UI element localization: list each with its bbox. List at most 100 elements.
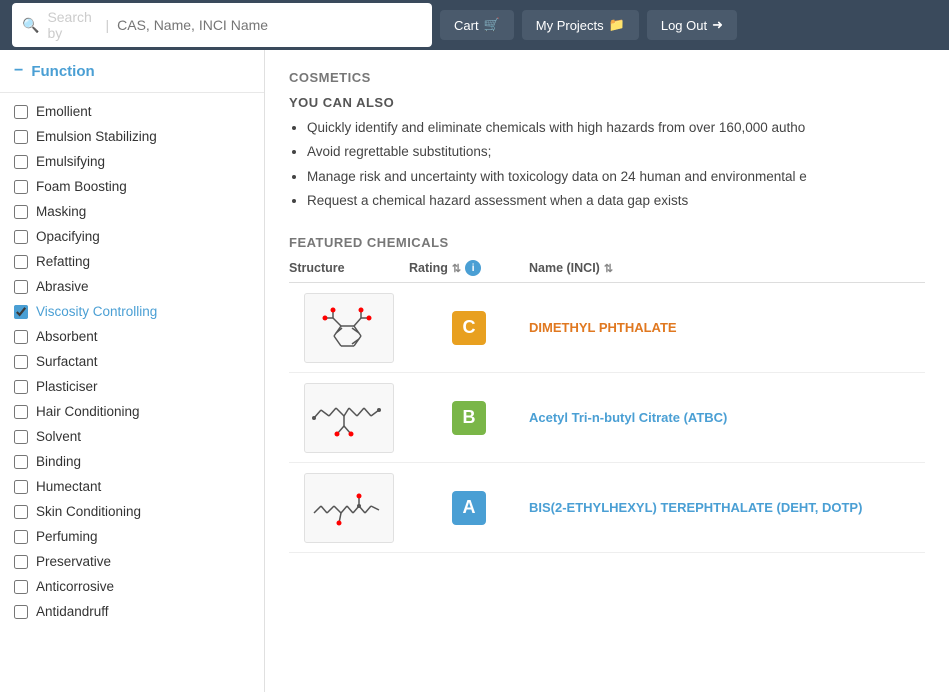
my-projects-button[interactable]: My Projects 📁 <box>522 10 639 40</box>
chem-name-dimethyl-phthalate[interactable]: DIMETHYL PHTHALATE <box>529 320 925 335</box>
rating-acetyl-tri-n-butyl-citrate: B <box>409 401 529 435</box>
checkbox-binding[interactable] <box>14 455 28 469</box>
filter-item-skin-conditioning[interactable]: Skin Conditioning <box>0 499 264 524</box>
checkbox-antidandruff[interactable] <box>14 605 28 619</box>
filter-label-viscosity-controlling: Viscosity Controlling <box>36 304 157 319</box>
filter-item-hair-conditioning[interactable]: Hair Conditioning <box>0 399 264 424</box>
search-separator: | <box>105 17 109 33</box>
bullet-item-1: Avoid regrettable substitutions; <box>307 142 925 162</box>
search-by-label: Search by <box>47 9 95 41</box>
filter-label-surfactant: Surfactant <box>36 354 98 369</box>
bullet-item-0: Quickly identify and eliminate chemicals… <box>307 118 925 138</box>
filter-item-refatting[interactable]: Refatting <box>0 249 264 274</box>
checkbox-surfactant[interactable] <box>14 355 28 369</box>
filter-item-abrasive[interactable]: Abrasive <box>0 274 264 299</box>
rating-badge-acetyl-tri-n-butyl-citrate: B <box>452 401 486 435</box>
filter-label-absorbent: Absorbent <box>36 329 98 344</box>
cosmetics-title: COSMETICS <box>289 70 925 85</box>
structure-bis-2-ethylhexyl-terephthalate <box>289 473 409 543</box>
main-content: COSMETICS YOU CAN ALSO Quickly identify … <box>265 50 949 692</box>
filter-item-preservative[interactable]: Preservative <box>0 549 264 574</box>
bullet-list: Quickly identify and eliminate chemicals… <box>289 118 925 211</box>
search-box[interactable]: 🔍 Search by | <box>12 3 432 47</box>
rating-badge-bis-2-ethylhexyl-terephthalate: A <box>452 491 486 525</box>
logout-button[interactable]: Log Out ➜ <box>647 10 737 40</box>
checkbox-foam-boosting[interactable] <box>14 180 28 194</box>
filter-label-skin-conditioning: Skin Conditioning <box>36 504 141 519</box>
name-header-label: Name (INCI) <box>529 261 600 275</box>
rating-dimethyl-phthalate: C <box>409 311 529 345</box>
filter-item-anticorrosive[interactable]: Anticorrosive <box>0 574 264 599</box>
filter-item-binding[interactable]: Binding <box>0 449 264 474</box>
filter-item-emulsion-stabilizing[interactable]: Emulsion Stabilizing <box>0 124 264 149</box>
logout-label: Log Out <box>661 18 707 33</box>
cart-label: Cart <box>454 18 479 33</box>
filter-item-humectant[interactable]: Humectant <box>0 474 264 499</box>
chemical-row-dimethyl-phthalate[interactable]: C DIMETHYL PHTHALATE <box>289 283 925 373</box>
structure-acetyl-tri-n-butyl-citrate <box>289 383 409 453</box>
filter-label-humectant: Humectant <box>36 479 101 494</box>
sidebar: − Function Emollient Emulsion Stabilizing… <box>0 50 265 692</box>
checkbox-preservative[interactable] <box>14 555 28 569</box>
checkbox-emulsion-stabilizing[interactable] <box>14 130 28 144</box>
my-projects-label: My Projects <box>536 18 604 33</box>
filter-item-surfactant[interactable]: Surfactant <box>0 349 264 374</box>
checkbox-abrasive[interactable] <box>14 280 28 294</box>
cart-button[interactable]: Cart 🛒 <box>440 10 514 40</box>
filter-item-masking[interactable]: Masking <box>0 199 264 224</box>
col-name-header: Name (INCI) ⇅ <box>529 261 925 275</box>
chemical-row-acetyl-tri-n-butyl-citrate[interactable]: B Acetyl Tri-n-butyl Citrate (ATBC) <box>289 373 925 463</box>
filter-label-binding: Binding <box>36 454 81 469</box>
sort-icon[interactable]: ⇅ <box>452 262 461 275</box>
filter-item-antidandruff[interactable]: Antidandruff <box>0 599 264 624</box>
filter-item-viscosity-controlling[interactable]: Viscosity Controlling <box>0 299 264 324</box>
filter-label-emollient: Emollient <box>36 104 92 119</box>
search-input[interactable] <box>117 17 422 33</box>
folder-icon: 📁 <box>609 17 625 33</box>
checkbox-viscosity-controlling[interactable] <box>14 305 28 319</box>
filter-item-perfuming[interactable]: Perfuming <box>0 524 264 549</box>
filter-item-plasticiser[interactable]: Plasticiser <box>0 374 264 399</box>
filter-label-solvent: Solvent <box>36 429 81 444</box>
function-header[interactable]: − Function <box>0 50 264 93</box>
filter-item-absorbent[interactable]: Absorbent <box>0 324 264 349</box>
filter-item-foam-boosting[interactable]: Foam Boosting <box>0 174 264 199</box>
checkbox-humectant[interactable] <box>14 480 28 494</box>
you-can-also-title: YOU CAN ALSO <box>289 95 925 110</box>
collapse-icon: − <box>14 62 23 80</box>
name-sort-icon[interactable]: ⇅ <box>604 262 613 275</box>
chemical-row-bis-2-ethylhexyl-terephthalate[interactable]: A BIS(2-ETHYLHEXYL) TEREPHTHALATE (DEHT,… <box>289 463 925 553</box>
structure-box-acetyl-tri-n-butyl-citrate <box>304 383 394 453</box>
filter-label-emulsion-stabilizing: Emulsion Stabilizing <box>36 129 157 144</box>
checkbox-solvent[interactable] <box>14 430 28 444</box>
checkbox-anticorrosive[interactable] <box>14 580 28 594</box>
checkbox-refatting[interactable] <box>14 255 28 269</box>
chemicals-table: C DIMETHYL PHTHALATE B Acetyl Tri-n-buty… <box>289 283 925 553</box>
bullet-item-2: Manage risk and uncertainty with toxicol… <box>307 167 925 187</box>
checkbox-emollient[interactable] <box>14 105 28 119</box>
checkbox-perfuming[interactable] <box>14 530 28 544</box>
featured-title: FEATURED CHEMICALS <box>289 235 925 250</box>
you-can-also-section: YOU CAN ALSO Quickly identify and elimin… <box>289 95 925 211</box>
structure-dimethyl-phthalate <box>289 293 409 363</box>
filter-item-emollient[interactable]: Emollient <box>0 99 264 124</box>
checkbox-plasticiser[interactable] <box>14 380 28 394</box>
filter-label-foam-boosting: Foam Boosting <box>36 179 127 194</box>
search-icon: 🔍 <box>22 17 39 34</box>
checkbox-emulsifying[interactable] <box>14 155 28 169</box>
filter-label-plasticiser: Plasticiser <box>36 379 98 394</box>
filter-item-solvent[interactable]: Solvent <box>0 424 264 449</box>
chem-name-bis-2-ethylhexyl-terephthalate[interactable]: BIS(2-ETHYLHEXYL) TEREPHTHALATE (DEHT, D… <box>529 500 925 515</box>
checkbox-opacifying[interactable] <box>14 230 28 244</box>
chem-name-acetyl-tri-n-butyl-citrate[interactable]: Acetyl Tri-n-butyl Citrate (ATBC) <box>529 410 925 425</box>
checkbox-absorbent[interactable] <box>14 330 28 344</box>
filter-item-opacifying[interactable]: Opacifying <box>0 224 264 249</box>
filter-item-emulsifying[interactable]: Emulsifying <box>0 149 264 174</box>
filter-label-emulsifying: Emulsifying <box>36 154 105 169</box>
checkbox-skin-conditioning[interactable] <box>14 505 28 519</box>
filter-label-antidandruff: Antidandruff <box>36 604 109 619</box>
checkbox-hair-conditioning[interactable] <box>14 405 28 419</box>
filter-label-anticorrosive: Anticorrosive <box>36 579 114 594</box>
rating-info-icon[interactable]: i <box>465 260 481 276</box>
checkbox-masking[interactable] <box>14 205 28 219</box>
